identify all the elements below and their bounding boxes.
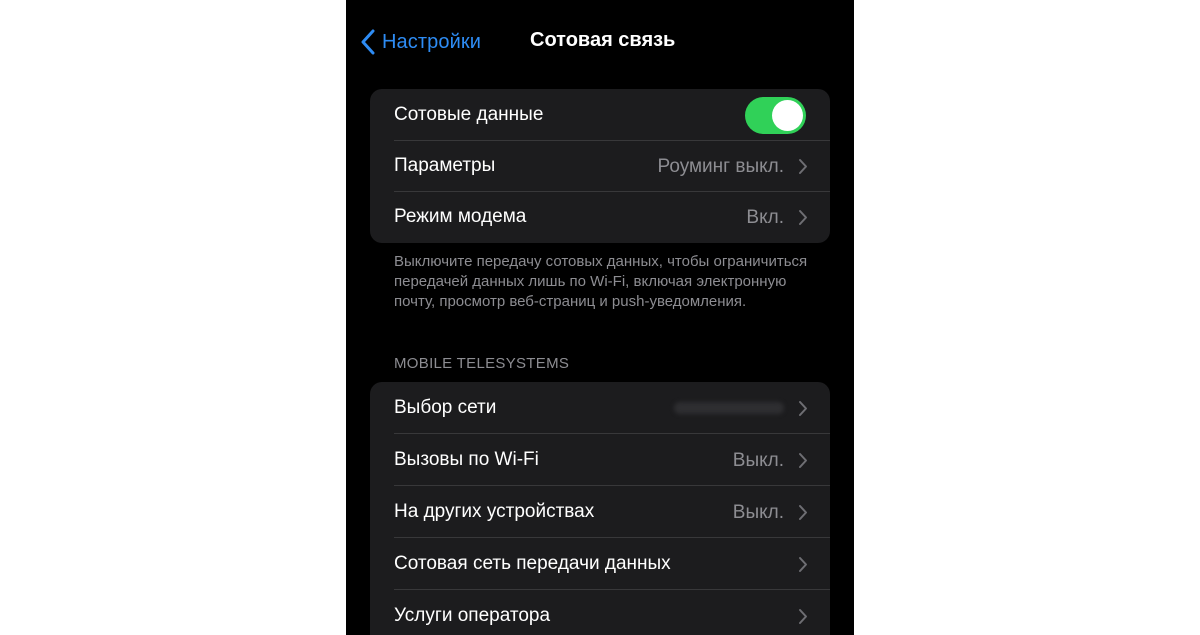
carrier-section-header: MOBILE TELESYSTEMS xyxy=(394,355,570,372)
back-button[interactable]: Настройки xyxy=(360,27,481,57)
cellular-network-label: Сотовая сеть передачи данных xyxy=(394,553,671,574)
cellular-data-label: Сотовые данные xyxy=(394,104,544,125)
other-devices-label: На других устройствах xyxy=(394,501,595,522)
cellular-settings-group: Сотовые данные Параметры Роуминг выкл. Р… xyxy=(370,89,830,243)
chevron-right-icon xyxy=(798,556,808,573)
settings-screen: Настройки Сотовая связь Сотовые данные П… xyxy=(346,0,854,635)
row-personal-hotspot[interactable]: Режим модема Вкл. xyxy=(370,191,830,243)
hotspot-value: Вкл. xyxy=(746,207,784,228)
chevron-right-icon xyxy=(798,452,808,469)
hotspot-label: Режим модема xyxy=(394,206,527,227)
network-selection-label: Выбор сети xyxy=(394,397,497,418)
chevron-right-icon xyxy=(798,158,808,175)
chevron-right-icon xyxy=(798,400,808,417)
redacted-network-value xyxy=(674,402,784,414)
back-button-label: Настройки xyxy=(382,30,481,53)
cellular-data-footnote: Выключите передачу сотовых данных, чтобы… xyxy=(394,253,808,310)
row-carrier-services[interactable]: Услуги оператора xyxy=(370,590,830,635)
row-cellular-data: Сотовые данные xyxy=(370,89,830,141)
options-value: Роуминг выкл. xyxy=(657,156,785,177)
carrier-services-label: Услуги оператора xyxy=(394,605,551,626)
chevron-right-icon xyxy=(798,209,808,226)
carrier-settings-group: Выбор сети Вызовы по Wi-Fi Выкл. На друг… xyxy=(370,382,830,635)
wifi-calling-label: Вызовы по Wi-Fi xyxy=(394,449,539,470)
chevron-right-icon xyxy=(798,608,808,625)
options-label: Параметры xyxy=(394,155,496,176)
other-devices-value: Выкл. xyxy=(732,502,784,523)
row-wifi-calling[interactable]: Вызовы по Wi-Fi Выкл. xyxy=(370,434,830,486)
cellular-data-toggle[interactable] xyxy=(745,97,806,134)
page-title: Сотовая связь xyxy=(530,29,676,51)
chevron-left-icon xyxy=(360,29,376,55)
row-other-devices[interactable]: На других устройствах Выкл. xyxy=(370,486,830,538)
toggle-knob xyxy=(772,100,803,131)
row-network-selection[interactable]: Выбор сети xyxy=(370,382,830,434)
chevron-right-icon xyxy=(798,504,808,521)
row-cellular-data-network[interactable]: Сотовая сеть передачи данных xyxy=(370,538,830,590)
row-options[interactable]: Параметры Роуминг выкл. xyxy=(370,140,830,192)
wifi-calling-value: Выкл. xyxy=(732,450,784,471)
navigation-bar: Настройки Сотовая связь xyxy=(346,0,854,88)
